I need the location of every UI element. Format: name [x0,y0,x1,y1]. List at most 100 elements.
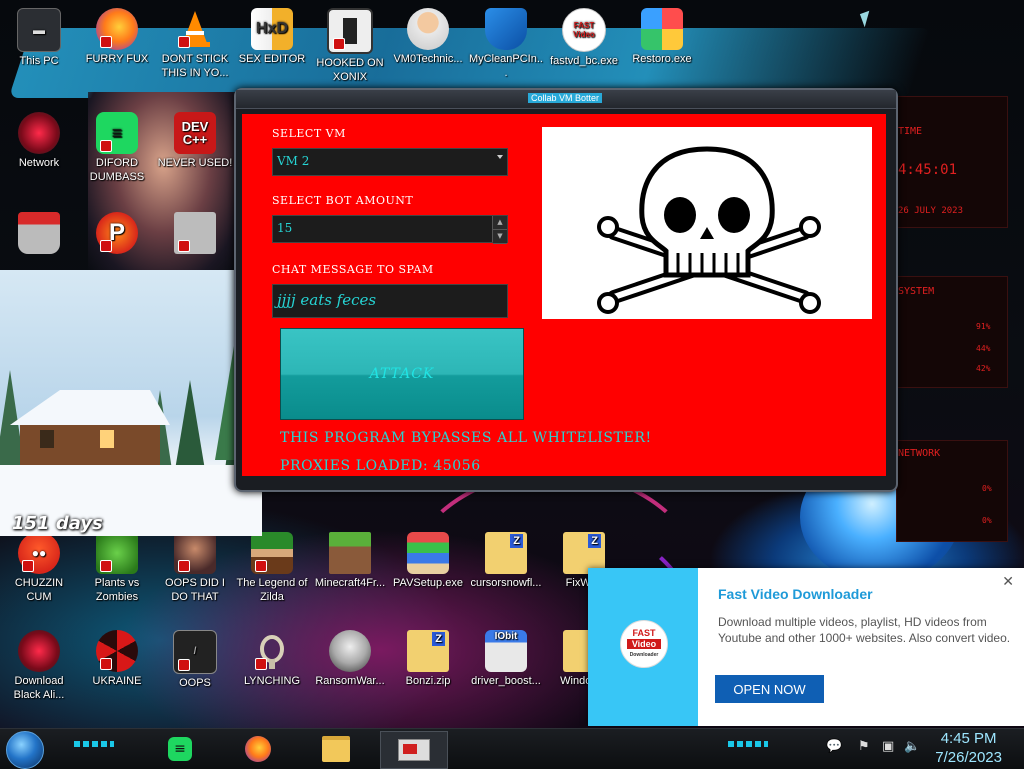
hxd-icon: HxD [251,8,293,50]
select-vm-dropdown[interactable]: VM 2 [272,148,508,176]
desktop-icon-label: Download Black Ali... [13,675,65,701]
desktop-icon-label: SEX EDITOR [238,53,306,65]
portrait-icon [174,532,216,574]
spotify-icon: ≡ [168,737,192,761]
rainmeter-system-label: SYSTEM [898,286,935,297]
rainmeter-time-value: 4:45:01 [898,162,958,178]
close-icon[interactable]: ✕ [1002,574,1014,590]
stepper-up-icon[interactable]: ▲ [493,216,507,230]
desktop-icon-lynching[interactable]: LYNCHING [234,630,310,688]
clock-date: 7/26/2023 [935,749,1002,766]
rainmeter-date-value: 26 JULY 2023 [898,206,964,216]
tray-network-icon[interactable]: ▣ [882,739,894,754]
spotify-icon: ≡ [96,112,138,154]
rainmeter-time-label: TIME [898,126,923,137]
taskbar-clock[interactable]: 4:45 PM 7/26/2023 [935,729,1002,767]
desktop-icon-label: FURRY FUX [85,53,149,65]
desktop-icon-row3-b[interactable]: P [79,212,155,256]
link-sprite-icon [251,532,293,574]
terminal-icon: / [173,630,217,674]
bot-amount-stepper[interactable]: 15 ▲ ▼ [272,215,508,244]
window-title: Collab VM Botter [528,93,603,103]
cursor-arrow-icon [859,10,875,28]
chat-message-label: CHAT MESSAGE TO SPAM [272,263,434,276]
desktop-icon-diford[interactable]: ≡ DIFORD DUMBASS [79,112,155,184]
taskbar-decor-left [74,741,114,747]
desktop-icon-this-pc[interactable]: ▬ This PC [1,8,77,68]
desktop-icon-label: NEVER USED! [157,157,233,169]
desktop-icon-network[interactable]: Network [1,112,77,170]
desktop-icon-label: DIFORD DUMBASS [89,157,145,183]
rar-icon [174,212,216,254]
rainmeter-cpu: 91% [976,322,991,331]
taskbar-botter-app[interactable] [380,731,448,769]
skull-icon [329,630,371,672]
desktop-icon-fastvd[interactable]: FAST Video fastvd_bc.exe [546,8,622,68]
desktop-icon-dont-stick[interactable]: DONT STICK THIS IN YO... [157,8,233,80]
desktop-icon-zilda[interactable]: The Legend of Zilda [234,532,310,604]
desktop-icon-restoro[interactable]: Restoro.exe [624,8,700,66]
fast-video-downloader-notification[interactable]: FAST Video Downloader Fast Video Downloa… [588,568,1024,726]
bypass-info-text: THIS PROGRAM BYPASSES ALL WHITELISTER! [280,430,652,446]
open-now-button[interactable]: OPEN NOW [715,675,824,703]
desktop-icon-minecraft[interactable]: Minecraft4Fr... [312,532,388,590]
desktop-icon-label: The Legend of Zilda [236,577,308,603]
days-counter: 151 days [12,513,103,534]
plants-vs-zombies-icon [96,532,138,574]
rainmeter-net-down: 0% [982,516,992,525]
desktop-icon-mycleanpc[interactable]: MyCleanPCIn... [468,8,544,80]
desktop-icon-pavsetup[interactable]: PAVSetup.exe [390,532,466,590]
p-logo-icon: P [96,212,138,254]
tray-chat-icon[interactable]: 💬 [826,739,842,754]
desktop-icon-oops-did-i[interactable]: OOPS DID I DO THAT [157,532,233,604]
radiation-icon [96,630,138,672]
window-client-area: SELECT VM VM 2 SELECT BOT AMOUNT 15 ▲ ▼ … [242,114,886,476]
desktop-icon-driver-booster[interactable]: IObit driver_boost... [468,630,544,688]
desktop-icon-ukraine[interactable]: UKRAINE [79,630,155,688]
desktop-icon-label: UKRAINE [92,675,142,687]
bot-amount-value: 15 [277,221,293,235]
desktop-icon-ransomware[interactable]: RansomWar... [312,630,388,688]
start-button[interactable] [6,731,44,769]
clock-time: 4:45 PM [940,730,997,747]
desktop-icon-label: OOPS [179,677,211,689]
collab-vm-botter-window[interactable]: Collab VM Botter SELECT VM VM 2 SELECT B… [234,88,898,492]
desktop-icon-cursorsnow[interactable]: Z cursorsnowfl... [468,532,544,590]
select-vm-value: VM 2 [277,154,310,168]
desktop-icon-bonzi[interactable]: Z Bonzi.zip [390,630,466,688]
rainmeter-swap: 42% [976,364,991,373]
installer-box-icon [407,532,449,574]
taskbar-file-explorer[interactable] [314,731,358,767]
rainmeter-network-label: NETWORK [898,448,941,459]
restoro-icon [641,8,683,50]
desktop-icon-never-used[interactable]: DEV C++ NEVER USED! [157,112,233,170]
tray-flag-icon[interactable]: ⚑ [858,739,870,754]
notification-logo-strip: FAST Video Downloader [588,568,698,726]
window-titlebar[interactable]: Collab VM Botter [236,90,896,109]
skull-image-panel [542,127,872,319]
desktop-icon-oops[interactable]: / OOPS [157,630,233,690]
desktop-icon-pvz[interactable]: Plants vs Zombies [79,532,155,604]
desktop-icon-chuzzin[interactable]: ●● CHUZZIN CUM [1,532,77,604]
attack-button[interactable]: ATTACK [280,328,524,420]
zip-folder-icon: Z [407,630,449,672]
chat-message-input[interactable]: jjjj eats feces [272,284,508,318]
desktop-icon-furry-fux[interactable]: FURRY FUX [79,8,155,66]
proxies-info-text: PROXIES LOADED: 45056 [280,458,481,474]
desktop-icon-sex-editor[interactable]: HxD SEX EDITOR [234,8,310,66]
desktop-icon-black-ali[interactable]: Download Black Ali... [1,630,77,702]
desktop-icon-row3-a[interactable] [1,212,77,256]
desktop-icon-label: MyCleanPCIn... [469,53,543,79]
stepper-down-icon[interactable]: ▼ [493,230,507,244]
chuzzle-icon: ●● [18,532,60,574]
desktop-icon-vm0technic[interactable]: VM0Technic... [390,8,466,66]
desktop-icon-row3-c[interactable] [157,212,233,256]
chevron-down-icon [497,155,503,159]
tray-volume-icon[interactable]: 🔈 [904,739,920,754]
taskbar-spotify[interactable]: ≡ [158,731,202,767]
desktop-icon-label: Minecraft4Fr... [314,577,386,589]
stepper-buttons[interactable]: ▲ ▼ [492,216,507,244]
desktop-icon-hooked-on-xonix[interactable]: HOOKED ON XONIX [312,8,388,84]
desktop-icon-label: OOPS DID I DO THAT [165,577,225,603]
taskbar-firefox[interactable] [236,731,280,767]
